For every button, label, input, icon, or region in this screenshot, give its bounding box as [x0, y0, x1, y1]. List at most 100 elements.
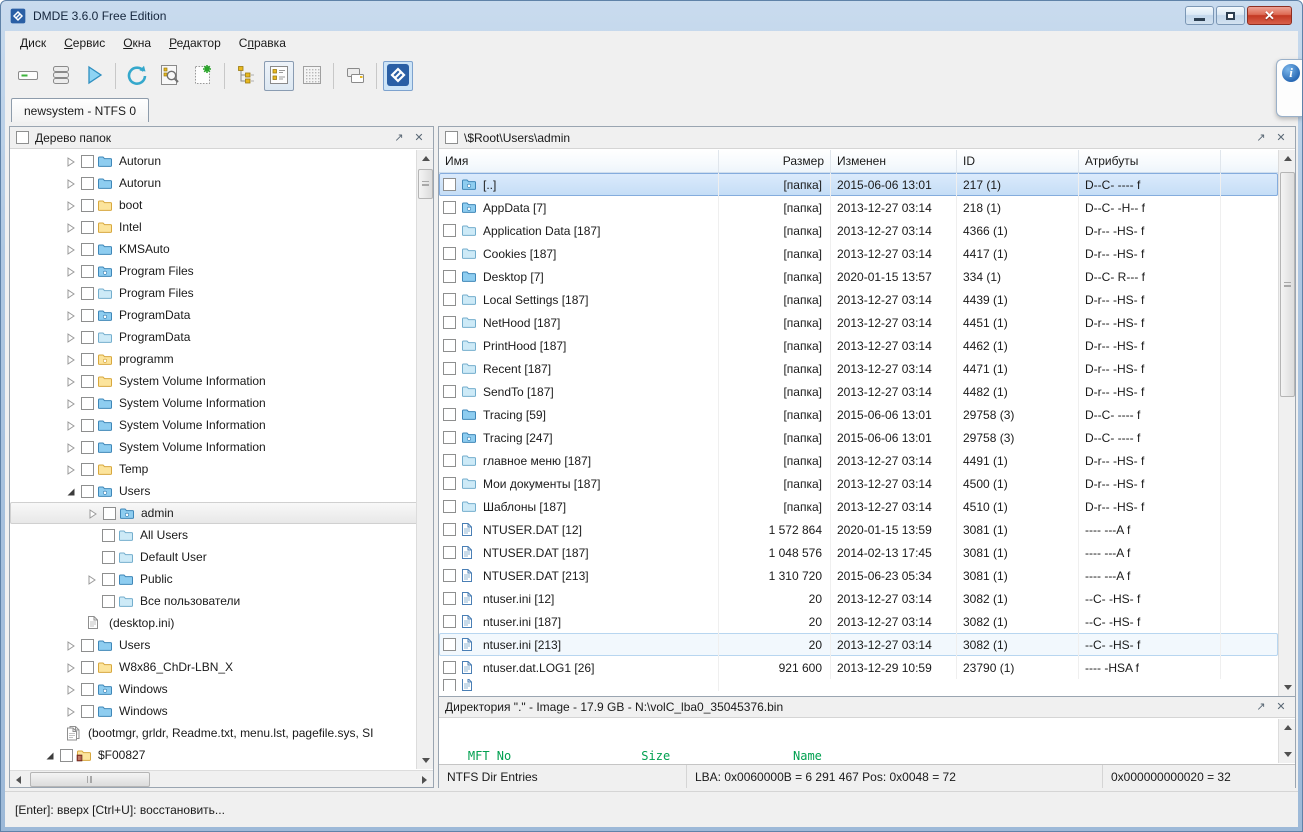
expand-icon[interactable] [66, 222, 76, 232]
tree-item-checkbox[interactable] [81, 375, 94, 388]
tree-item-checkbox[interactable] [81, 683, 94, 696]
tree-item-checkbox[interactable] [81, 177, 94, 190]
file-panel-checkbox[interactable] [445, 131, 458, 144]
table-row[interactable]: PrintHood [187][папка]2013-12-27 03:1444… [439, 334, 1278, 357]
minimize-button[interactable] [1185, 6, 1214, 25]
scroll-up-button[interactable] [417, 150, 434, 167]
tree-item-checkbox[interactable] [81, 309, 94, 322]
select-device-button[interactable] [13, 61, 43, 91]
expand-icon[interactable] [66, 310, 76, 320]
tree-item-intel[interactable]: Intel [10, 216, 433, 238]
tree-item-checkbox[interactable] [60, 749, 73, 762]
expand-icon[interactable] [66, 464, 76, 474]
tree-item-program-files[interactable]: Program Files [10, 282, 433, 304]
table-row[interactable]: ntuser.ini [12]202013-12-27 03:143082 (1… [439, 587, 1278, 610]
table-row[interactable]: NTUSER.DAT [187]1 048 5762014-02-13 17:4… [439, 541, 1278, 564]
expand-icon[interactable] [66, 332, 76, 342]
table-row[interactable]: NetHood [187][папка]2013-12-27 03:144451… [439, 311, 1278, 334]
tree-item-checkbox[interactable] [81, 639, 94, 652]
menu-диск[interactable]: Диск [11, 33, 55, 53]
tree-item-temp[interactable]: Temp [10, 458, 433, 480]
collapse-icon[interactable] [45, 750, 55, 760]
new-scan-button[interactable] [188, 61, 218, 91]
column-id[interactable]: ID [957, 150, 1079, 172]
tree-item-checkbox[interactable] [81, 155, 94, 168]
expand-icon[interactable] [88, 508, 98, 518]
row-checkbox[interactable] [443, 679, 456, 691]
scroll-right-button[interactable] [416, 771, 433, 788]
table-vertical-scrollbar[interactable] [1278, 150, 1295, 696]
tree-item-checkbox[interactable] [81, 705, 94, 718]
file-list-view-button[interactable] [264, 61, 294, 91]
tree-vertical-scrollbar[interactable] [416, 150, 433, 769]
table-row[interactable]: ntuser.ini [187]202013-12-27 03:143082 (… [439, 610, 1278, 633]
menu-окна[interactable]: Окна [114, 33, 160, 53]
tree-item-checkbox[interactable] [102, 529, 115, 542]
tree-item-system-volume-information[interactable]: System Volume Information [10, 414, 433, 436]
disk-list-button[interactable] [46, 61, 76, 91]
table-row[interactable]: Tracing [247][папка]2015-06-06 13:012975… [439, 426, 1278, 449]
panels-view-button[interactable] [340, 61, 370, 91]
tree-item-checkbox[interactable] [81, 287, 94, 300]
close-button[interactable]: ✕ [1247, 6, 1292, 25]
row-checkbox[interactable] [443, 385, 456, 398]
row-checkbox[interactable] [443, 431, 456, 444]
hex-vertical-scrollbar[interactable] [1278, 719, 1295, 763]
tree-item-windows[interactable]: Windows [10, 700, 433, 722]
menu-справка[interactable]: Справка [230, 33, 295, 53]
tree-item-checkbox[interactable] [81, 265, 94, 278]
column-size[interactable]: Размер [719, 150, 831, 172]
scroll-down-button[interactable] [417, 752, 434, 769]
tree-item-checkbox[interactable] [81, 331, 94, 344]
tree-panel-expand-icon[interactable]: ↗ [391, 131, 407, 145]
dir-entries-view[interactable]: MFT No Size Name LBA:6291467 ::40 лог.се… [439, 719, 1278, 763]
file-panel-close-icon[interactable]: ✕ [1273, 131, 1289, 145]
table-row[interactable]: AppData [7][папка]2013-12-27 03:14218 (1… [439, 196, 1278, 219]
tree-horizontal-scrollbar[interactable] [10, 770, 433, 787]
table-row[interactable]: Local Settings [187][папка]2013-12-27 03… [439, 288, 1278, 311]
expand-icon[interactable] [66, 442, 76, 452]
tree-item-checkbox[interactable] [81, 463, 94, 476]
expand-icon[interactable] [66, 288, 76, 298]
sector-view-button[interactable] [297, 61, 327, 91]
expand-icon[interactable] [66, 706, 76, 716]
info-flyout[interactable]: i [1276, 59, 1302, 117]
tree-item-boot[interactable]: boot [10, 194, 433, 216]
tree-item--bootmgr-grldr-readme-txt-menu-lst-pagefile-sys-si[interactable]: (bootmgr, grldr, Readme.txt, menu.lst, p… [10, 722, 433, 744]
expand-icon[interactable] [66, 684, 76, 694]
menu-редактор[interactable]: Редактор [160, 33, 230, 53]
tree-item-users[interactable]: Users [10, 480, 433, 502]
row-checkbox[interactable] [443, 224, 456, 237]
expand-icon[interactable] [66, 376, 76, 386]
row-checkbox[interactable] [443, 569, 456, 582]
tree-item-public[interactable]: Public [10, 568, 433, 590]
open-volume-button[interactable] [79, 61, 109, 91]
expand-icon[interactable] [66, 354, 76, 364]
tree-item-programdata[interactable]: ProgramData [10, 304, 433, 326]
tree-item-checkbox[interactable] [102, 595, 115, 608]
tree-item-checkbox[interactable] [102, 551, 115, 564]
table-row[interactable]: Tracing [59][папка]2015-06-06 13:0129758… [439, 403, 1278, 426]
tree-item-default-user[interactable]: Default User [10, 546, 433, 568]
table-row[interactable]: SendTo [187][папка]2013-12-27 03:144482 … [439, 380, 1278, 403]
scroll-down-button[interactable] [1279, 746, 1296, 763]
tree-item-checkbox[interactable] [81, 243, 94, 256]
tree-item-autorun[interactable]: Autorun [10, 172, 433, 194]
tree-item-system-volume-information[interactable]: System Volume Information [10, 392, 433, 414]
maximize-button[interactable] [1216, 6, 1245, 25]
table-row[interactable]: главное меню [187][папка]2013-12-27 03:1… [439, 449, 1278, 472]
row-checkbox[interactable] [443, 408, 456, 421]
row-checkbox[interactable] [443, 178, 456, 191]
table-row-partial[interactable] [439, 679, 1278, 691]
tree-panel-checkbox[interactable] [16, 131, 29, 144]
tree-item-autorun[interactable]: Autorun [10, 150, 433, 172]
tree-item-checkbox[interactable] [81, 419, 94, 432]
menu-сервис[interactable]: Сервис [55, 33, 114, 53]
tree-item--desktop-ini-[interactable]: (desktop.ini) [10, 612, 433, 634]
tree-item-checkbox[interactable] [102, 573, 115, 586]
row-checkbox[interactable] [443, 546, 456, 559]
tree-item-checkbox[interactable] [81, 199, 94, 212]
table-row[interactable]: NTUSER.DAT [12]1 572 8642020-01-15 13:59… [439, 518, 1278, 541]
table-row[interactable]: Recent [187][папка]2013-12-27 03:144471 … [439, 357, 1278, 380]
column-attrs[interactable]: Атрибуты [1079, 150, 1221, 172]
